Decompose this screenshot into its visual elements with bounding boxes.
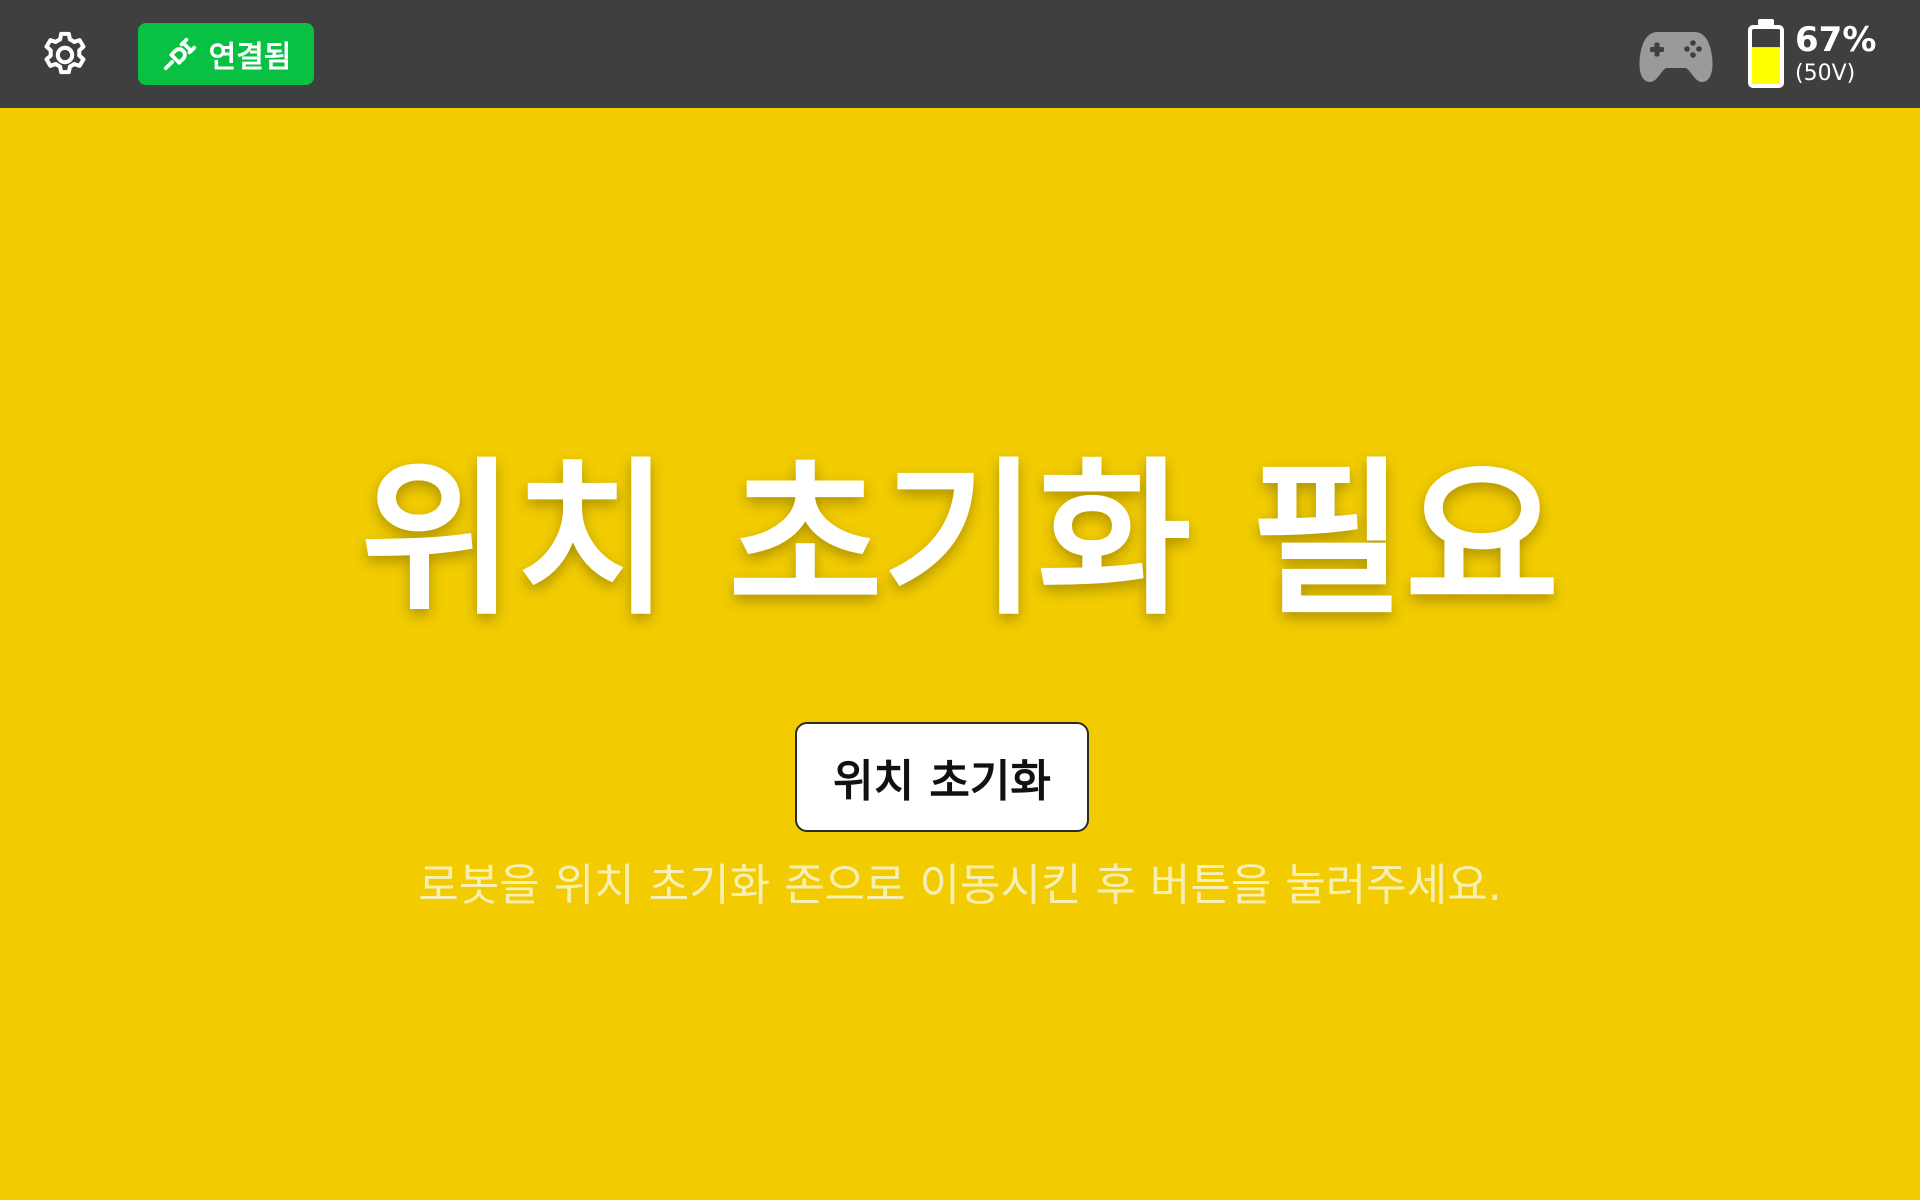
- gamepad-icon: [1639, 32, 1713, 82]
- init-position-button[interactable]: 위치 초기화: [795, 722, 1089, 832]
- battery-voltage: (50V): [1795, 61, 1856, 86]
- settings-button[interactable]: [36, 26, 94, 84]
- battery-icon: [1748, 19, 1784, 88]
- page-title: 위치 초기화 필요: [360, 442, 1560, 638]
- gear-icon: [44, 31, 86, 75]
- connection-status-badge: 연결됨: [138, 23, 314, 85]
- battery-readout: 67% (50V): [1795, 20, 1905, 88]
- battery-level-fill: [1752, 47, 1780, 84]
- battery-percent: 67%: [1795, 20, 1877, 60]
- instruction-text: 로봇을 위치 초기화 존으로 이동시킨 후 버튼을 눌러주세요.: [418, 860, 1502, 911]
- connection-status-label: 연결됨: [208, 40, 292, 75]
- plug-icon: [163, 37, 196, 71]
- top-bar: 연결됨 67% (50V): [0, 0, 1920, 108]
